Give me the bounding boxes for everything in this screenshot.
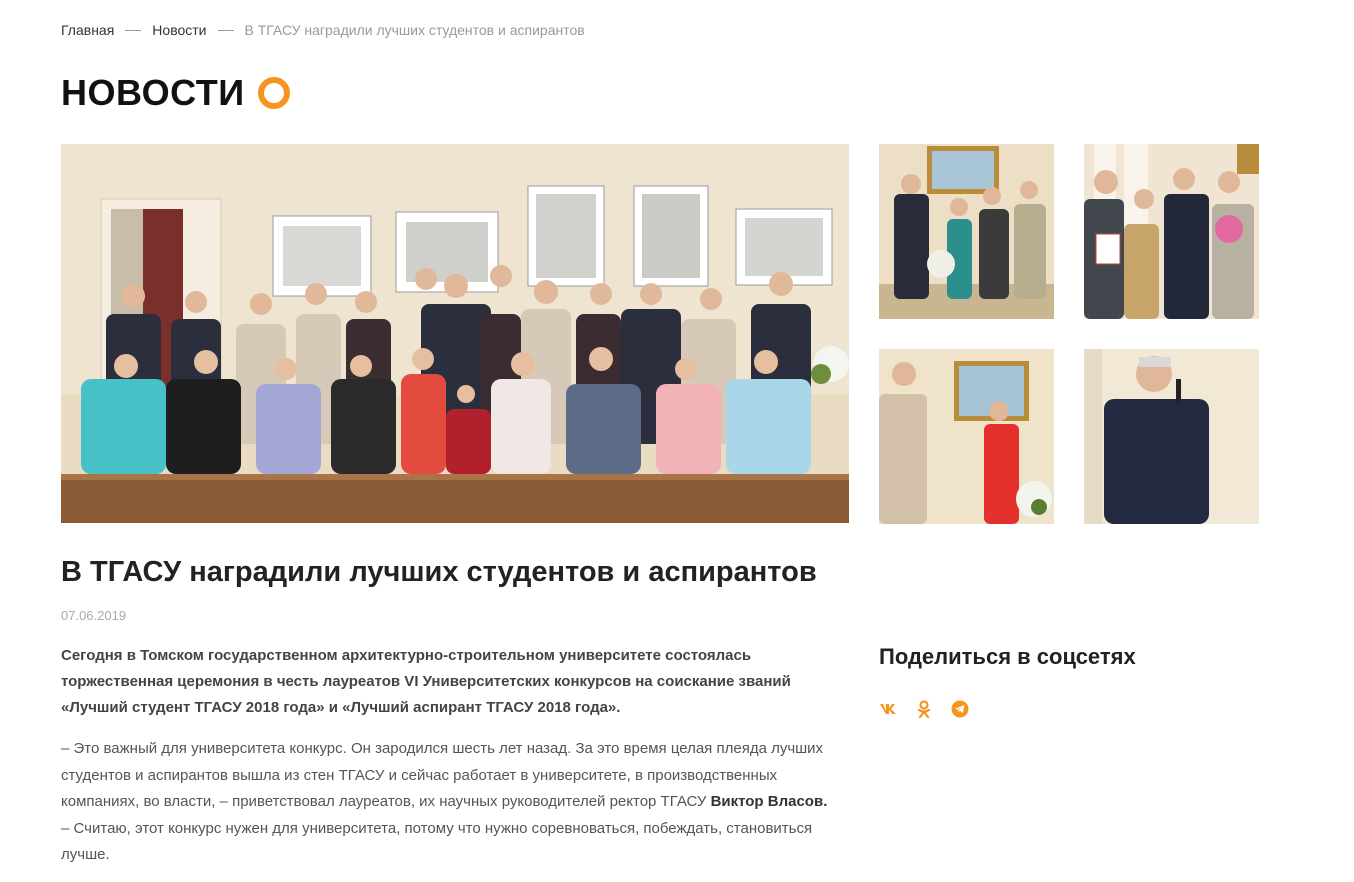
breadcrumb-link-home[interactable]: Главная xyxy=(61,21,114,39)
breadcrumb-separator xyxy=(217,29,234,31)
article-lead: Сегодня в Томском государственном архите… xyxy=(61,647,791,716)
telegram-icon[interactable] xyxy=(951,700,969,718)
thumbnail-4[interactable] xyxy=(1084,349,1259,524)
page-title-block: НОВОСТИ xyxy=(61,72,290,114)
article-body: – Это важный для университета конкурс. О… xyxy=(61,736,831,869)
article-body-bold: Виктор Власов. xyxy=(710,793,828,810)
speaker-with-microphone-photo xyxy=(1084,349,1259,524)
group-photo-image xyxy=(61,144,849,523)
article-body-part1: – Это важный для университета конкурс. О… xyxy=(61,740,824,810)
share-title: Поделиться в соцсетях xyxy=(879,644,1136,669)
ring-icon xyxy=(257,77,290,109)
breadcrumb-link-news[interactable]: Новости xyxy=(152,21,206,39)
speaker-photo xyxy=(879,349,1054,524)
breadcrumb-separator xyxy=(125,29,142,31)
award-ceremony-photo-2 xyxy=(1084,144,1259,319)
article-body-part2: – Считаю, этот конкурс нужен для универс… xyxy=(61,819,813,864)
article-date: 07.06.2019 xyxy=(61,608,127,623)
vk-icon[interactable] xyxy=(879,700,897,718)
main-photo[interactable] xyxy=(61,144,849,523)
article-title: В ТГАСУ наградили лучших студентов и асп… xyxy=(61,556,817,588)
thumbnail-2[interactable] xyxy=(1084,144,1259,319)
thumbnail-3[interactable] xyxy=(879,349,1054,524)
breadcrumb: Главная Новости В ТГАСУ наградили лучших… xyxy=(61,21,585,39)
breadcrumb-current: В ТГАСУ наградили лучших студентов и асп… xyxy=(244,22,585,38)
award-ceremony-photo-1 xyxy=(879,144,1054,319)
thumbnail-1[interactable] xyxy=(879,144,1054,319)
share-icons xyxy=(879,700,969,718)
page: Главная Новости В ТГАСУ наградили лучших… xyxy=(0,0,1354,882)
page-title: НОВОСТИ xyxy=(61,72,245,113)
odnoklassniki-icon[interactable] xyxy=(915,700,933,718)
